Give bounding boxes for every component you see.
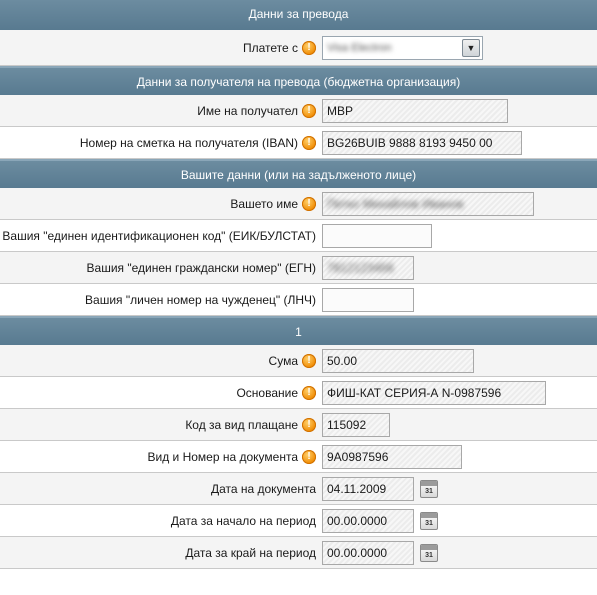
warning-icon: ! — [302, 385, 316, 400]
warning-icon: ! — [302, 103, 316, 118]
reason-label: Основание — [236, 385, 298, 400]
row-amount: Сума ! 50.00 — [0, 345, 597, 377]
your-name-field[interactable]: Петко Михайлов Иванов — [322, 191, 534, 216]
period-start-field[interactable]: 00.00.0000 — [322, 508, 414, 533]
payment-code-label: Код за вид плащане — [185, 417, 298, 432]
lnch-label: Вашия "личен номер на чужденец" (ЛНЧ) — [85, 292, 316, 307]
doc-type-number-field[interactable]: 9A0987596 — [322, 444, 462, 469]
reason-field[interactable]: ФИШ-КАТ СЕРИЯ-А N-0987596 — [322, 380, 546, 405]
row-recipient-name: Име на получател ! МВР — [0, 95, 597, 127]
section-header-transfer: Данни за превода — [0, 0, 597, 30]
calendar-icon[interactable]: 31 — [420, 479, 438, 498]
warning-icon: ! — [302, 40, 316, 55]
doc-date-field[interactable]: 04.11.2009 — [322, 476, 414, 501]
row-doc-date: Дата на документа 04.11.2009 31 — [0, 473, 597, 505]
row-egn: Вашия "единен граждански номер" (ЕГН) 78… — [0, 252, 597, 284]
pay-with-select[interactable]: Visa Electron ▼ — [322, 35, 483, 60]
recipient-name-label: Име на получател — [197, 103, 298, 118]
amount-label: Сума — [268, 353, 298, 368]
row-period-end: Дата за край на период 00.00.0000 31 — [0, 537, 597, 569]
pay-with-value: Visa Electron — [327, 41, 392, 54]
section-header-document: 1 — [0, 316, 597, 345]
period-start-label: Дата за начало на период — [170, 513, 316, 528]
row-reason: Основание ! ФИШ-КАТ СЕРИЯ-А N-0987596 — [0, 377, 597, 409]
egn-value: 7812123456 — [327, 260, 394, 275]
recipient-iban-label: Номер на сметка на получателя (IBAN) — [79, 135, 298, 150]
calendar-icon[interactable]: 31 — [420, 543, 438, 562]
row-recipient-iban: Номер на сметка на получателя (IBAN) ! B… — [0, 127, 597, 159]
warning-icon: ! — [302, 417, 316, 432]
lnch-field[interactable] — [322, 287, 414, 312]
period-end-field[interactable]: 00.00.0000 — [322, 540, 414, 565]
warning-icon: ! — [302, 449, 316, 464]
row-doc-type-number: Вид и Номер на документа ! 9A0987596 — [0, 441, 597, 473]
row-pay-with: Платете с ! Visa Electron ▼ — [0, 30, 597, 66]
chevron-down-icon[interactable]: ▼ — [462, 38, 480, 57]
your-name-value: Петко Михайлов Иванов — [327, 196, 464, 211]
egn-field[interactable]: 7812123456 — [322, 255, 414, 280]
section-header-payer: Вашите данни (или на задълженото лице) — [0, 159, 597, 188]
your-name-label: Вашето име — [230, 196, 298, 211]
calendar-icon[interactable]: 31 — [420, 511, 438, 530]
row-eik: Вашия "единен идентификационен код" (ЕИК… — [0, 220, 597, 252]
warning-icon: ! — [302, 135, 316, 150]
row-payment-code: Код за вид плащане ! 115092 — [0, 409, 597, 441]
row-your-name: Вашето име ! Петко Михайлов Иванов — [0, 188, 597, 220]
warning-icon: ! — [302, 353, 316, 368]
egn-label: Вашия "единен граждански номер" (ЕГН) — [86, 260, 316, 275]
section-header-recipient: Данни за получателя на превода (бюджетна… — [0, 66, 597, 95]
recipient-iban-field[interactable]: BG26BUIB 9888 8193 9450 00 — [322, 130, 522, 155]
payment-code-field[interactable]: 115092 — [322, 412, 390, 437]
eik-field[interactable] — [322, 223, 432, 248]
row-lnch: Вашия "личен номер на чужденец" (ЛНЧ) — [0, 284, 597, 316]
doc-date-label: Дата на документа — [210, 481, 316, 496]
payment-form: Данни за превода Платете с ! Visa Electr… — [0, 0, 597, 569]
amount-field[interactable]: 50.00 — [322, 348, 474, 373]
row-period-start: Дата за начало на период 00.00.0000 31 — [0, 505, 597, 537]
doc-type-number-label: Вид и Номер на документа — [147, 449, 299, 464]
recipient-name-field[interactable]: МВР — [322, 98, 508, 123]
warning-icon: ! — [302, 196, 316, 211]
period-end-label: Дата за край на период — [185, 545, 316, 560]
eik-label: Вашия "единен идентификационен код" (ЕИК… — [2, 228, 316, 243]
pay-with-label: Платете с — [242, 40, 298, 55]
